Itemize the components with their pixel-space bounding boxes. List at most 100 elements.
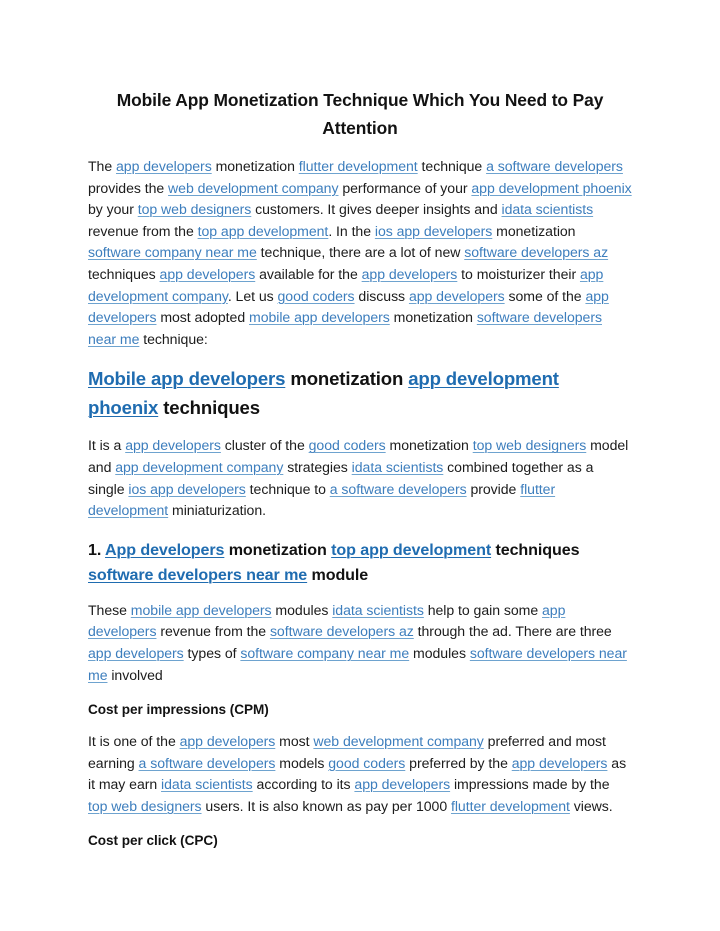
inline-link[interactable]: app developers xyxy=(512,755,608,771)
text-run: involved xyxy=(107,666,163,683)
inline-link[interactable]: ios app developers xyxy=(375,223,492,239)
text-run: monetization xyxy=(389,309,477,326)
inline-link[interactable]: app development phoenix xyxy=(471,180,631,196)
inline-link[interactable]: app developers xyxy=(125,437,221,453)
inline-link[interactable]: app developers xyxy=(409,288,505,304)
text-run: provide xyxy=(466,480,521,497)
document-body: Mobile App Monetization Technique Which … xyxy=(88,86,632,851)
text-run: technique xyxy=(417,158,487,174)
text-run: modules xyxy=(271,601,333,618)
text-run: types of xyxy=(183,644,241,661)
inline-link[interactable]: idata scientists xyxy=(332,602,424,618)
inline-link[interactable]: a software developers xyxy=(486,158,623,174)
inline-link[interactable]: a software developers xyxy=(139,755,276,771)
inline-link[interactable]: top web designers xyxy=(138,201,252,217)
inline-link[interactable]: app developers xyxy=(116,158,212,174)
text-run: These xyxy=(88,601,131,618)
inline-link[interactable]: top web designers xyxy=(473,437,587,453)
text-run: most adopted xyxy=(156,309,249,326)
text-run: strategies xyxy=(283,458,352,475)
text-run: preferred by the xyxy=(405,754,512,771)
inline-link[interactable]: ios app developers xyxy=(128,481,245,497)
text-run: miniaturization. xyxy=(168,502,267,519)
text-run: views. xyxy=(569,797,613,814)
inline-link[interactable]: app developers xyxy=(160,266,256,282)
inline-link[interactable]: app developers xyxy=(362,266,458,282)
inline-link[interactable]: a software developers xyxy=(330,481,467,497)
text-run: Cost per impressions (CPM) xyxy=(88,702,269,718)
inline-link[interactable]: software company near me xyxy=(240,645,409,661)
text-run: It is a xyxy=(88,437,126,454)
text-run: customers. It gives deeper insights and xyxy=(251,201,502,218)
text-run: monetization xyxy=(211,158,299,174)
inline-link[interactable]: top app development xyxy=(331,541,491,559)
text-run: some of the xyxy=(504,287,586,304)
inline-link[interactable]: idata scientists xyxy=(501,201,593,217)
text-run: revenue from the xyxy=(88,222,198,239)
body-paragraph: It is a app developers cluster of the go… xyxy=(88,435,632,521)
text-run: Mobile App Monetization Technique Which … xyxy=(116,90,604,138)
inline-link[interactable]: idata scientists xyxy=(161,776,253,792)
text-run: techniques xyxy=(491,540,580,559)
text-run: through the ad. There are three xyxy=(413,623,612,640)
body-paragraph: The app developers monetization flutter … xyxy=(88,156,632,350)
inline-link[interactable]: web development company xyxy=(313,733,483,749)
inline-link[interactable]: flutter development xyxy=(451,798,570,814)
text-run: techniques xyxy=(158,397,260,419)
page-title: Mobile App Monetization Technique Which … xyxy=(88,86,632,142)
minor-heading: Cost per click (CPC) xyxy=(88,831,632,851)
inline-link[interactable]: app developers xyxy=(354,776,450,792)
text-run: monetization xyxy=(224,540,332,559)
text-run: impressions made by the xyxy=(450,776,610,793)
text-run: cluster of the xyxy=(220,437,309,454)
text-run: performance of your xyxy=(338,179,472,196)
text-run: by your xyxy=(88,201,138,218)
subsection-heading: 1. App developers monetization top app d… xyxy=(88,538,632,588)
text-run: module xyxy=(307,565,369,584)
inline-link[interactable]: Mobile app developers xyxy=(88,368,285,389)
text-run: models xyxy=(275,754,329,771)
text-run: monetization xyxy=(385,437,473,454)
inline-link[interactable]: good coders xyxy=(278,288,355,304)
inline-link[interactable]: good coders xyxy=(328,755,405,771)
inline-link[interactable]: flutter development xyxy=(299,158,418,174)
body-paragraph: It is one of the app developers most web… xyxy=(88,731,632,817)
text-run: help to gain some xyxy=(423,601,542,618)
text-run: according to its xyxy=(252,776,355,793)
inline-link[interactable]: web development company xyxy=(168,180,338,196)
inline-link[interactable]: good coders xyxy=(309,437,386,453)
inline-link[interactable]: top web designers xyxy=(88,798,202,814)
document-page: Mobile App Monetization Technique Which … xyxy=(0,0,720,931)
inline-link[interactable]: mobile app developers xyxy=(131,602,272,618)
inline-link[interactable]: idata scientists xyxy=(352,459,444,475)
inline-link[interactable]: software company near me xyxy=(88,244,257,260)
text-run: Cost per click (CPC) xyxy=(88,833,218,849)
section-heading: Mobile app developers monetization app d… xyxy=(88,364,632,422)
text-run: discuss xyxy=(354,287,409,304)
text-run: provides the xyxy=(88,179,169,196)
inline-link[interactable]: software developers az xyxy=(270,623,414,639)
inline-link[interactable]: app developers xyxy=(180,733,276,749)
inline-link[interactable]: app development company xyxy=(115,459,283,475)
text-run: techniques xyxy=(88,265,160,282)
text-run: most xyxy=(275,733,314,750)
text-run: The xyxy=(88,158,117,174)
text-run: technique, there are a lot of new xyxy=(256,244,465,261)
text-run: technique: xyxy=(139,330,208,347)
inline-link[interactable]: mobile app developers xyxy=(249,309,390,325)
text-run: monetization xyxy=(285,368,409,390)
minor-heading: Cost per impressions (CPM) xyxy=(88,700,632,720)
text-run: It is one of the xyxy=(88,733,180,750)
text-run: available for the xyxy=(255,265,362,282)
text-run: 1. xyxy=(88,540,105,559)
inline-link[interactable]: app developers xyxy=(88,645,184,661)
text-run: users. It is also known as pay per 1000 xyxy=(201,797,451,814)
inline-link[interactable]: App developers xyxy=(105,541,224,559)
inline-link[interactable]: software developers az xyxy=(464,244,608,260)
body-paragraph: These mobile app developers modules idat… xyxy=(88,600,632,686)
inline-link[interactable]: top app development xyxy=(198,223,329,239)
inline-link[interactable]: software developers near me xyxy=(88,566,307,584)
text-run: . Let us xyxy=(227,287,278,304)
text-run: revenue from the xyxy=(156,623,270,640)
text-run: technique to xyxy=(245,480,330,497)
